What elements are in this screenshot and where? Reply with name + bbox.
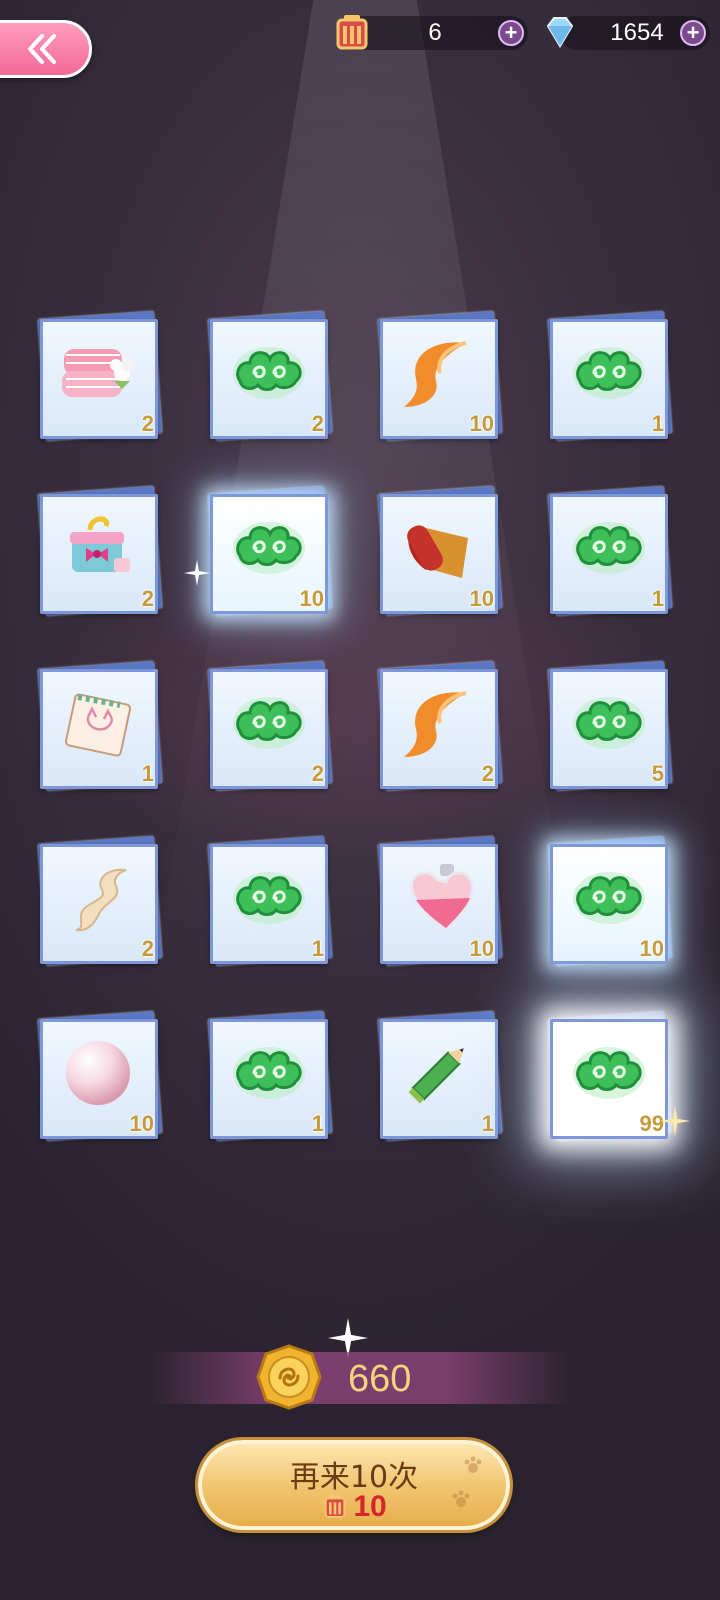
double-chevron-left-icon — [28, 34, 56, 64]
reward-card[interactable]: 1 — [547, 311, 673, 441]
diamond-icon — [546, 17, 574, 48]
item-quantity: 1 — [481, 1111, 494, 1136]
jade-cloud-icon — [566, 333, 652, 413]
pencil-icon — [396, 1033, 482, 1113]
ticket-chest-icon — [336, 15, 368, 50]
jade-cloud-icon — [566, 683, 652, 763]
fox-tail-icon — [396, 333, 482, 413]
draw-again-button[interactable]: 再来10次 10 — [198, 1440, 510, 1530]
leather-roll-icon — [396, 508, 482, 588]
item-quantity: 1 — [311, 936, 324, 961]
gem-counter: 1654 + — [546, 16, 710, 50]
reward-card[interactable]: 99 — [547, 1011, 673, 1141]
fox-tail-icon — [396, 683, 482, 763]
item-quantity: 5 — [651, 761, 664, 786]
jade-cloud-icon — [566, 858, 652, 938]
item-quantity: 2 — [141, 936, 154, 961]
reward-card[interactable]: 10 — [377, 836, 503, 966]
jade-cloud-icon — [226, 333, 312, 413]
item-quantity: 2 — [481, 761, 494, 786]
sparkle-icon — [184, 560, 210, 586]
jade-cloud-icon — [226, 508, 312, 588]
reward-card[interactable]: 10 — [377, 311, 503, 441]
back-button[interactable] — [0, 20, 92, 78]
reward-card[interactable]: 1 — [37, 661, 163, 791]
item-quantity: 10 — [129, 1111, 154, 1136]
plus-icon: + — [504, 20, 518, 45]
reward-card[interactable]: 10 — [207, 486, 333, 616]
jade-cloud-icon — [226, 683, 312, 763]
reward-card[interactable]: 2 — [37, 486, 163, 616]
reward-card[interactable]: 10 — [37, 1011, 163, 1141]
pearl-icon — [56, 1033, 142, 1113]
reward-card[interactable]: 1 — [547, 486, 673, 616]
reward-card[interactable]: 5 — [547, 661, 673, 791]
item-quantity: 10 — [469, 936, 494, 961]
item-quantity: 1 — [651, 586, 664, 611]
paw-print-icon — [452, 1490, 470, 1507]
reward-card[interactable]: 10 — [547, 836, 673, 966]
reward-card[interactable]: 2 — [207, 661, 333, 791]
item-quantity: 1 — [651, 411, 664, 436]
heart-perfume-icon — [396, 858, 482, 938]
reward-card[interactable]: 1 — [207, 836, 333, 966]
item-quantity: 1 — [141, 761, 154, 786]
reward-card[interactable]: 2 — [37, 311, 163, 441]
item-quantity: 2 — [141, 586, 154, 611]
gift-box-icon — [56, 508, 142, 588]
item-quantity: 10 — [469, 411, 494, 436]
coin-amount: 660 — [348, 1358, 412, 1400]
pink-towel-icon — [56, 333, 142, 413]
draw-cost-amount: 10 — [353, 1490, 387, 1523]
item-quantity: 2 — [141, 411, 154, 436]
ticket-chest-icon — [324, 1495, 346, 1518]
gold-coin-icon — [256, 1344, 322, 1410]
jade-cloud-icon — [226, 858, 312, 938]
sparkle-icon — [660, 1106, 690, 1136]
item-quantity: 2 — [311, 761, 324, 786]
reward-card[interactable]: 1 — [207, 1011, 333, 1141]
jade-cloud-icon — [566, 1033, 652, 1113]
item-quantity: 10 — [469, 586, 494, 611]
item-quantity: 10 — [639, 936, 664, 961]
plus-icon: + — [686, 20, 700, 45]
item-quantity: 10 — [299, 586, 324, 611]
jade-cloud-icon — [226, 1033, 312, 1113]
jade-cloud-icon — [566, 508, 652, 588]
ticket-counter: 6 + — [336, 15, 528, 50]
item-quantity: 1 — [311, 1111, 324, 1136]
reward-card[interactable]: 2 — [37, 836, 163, 966]
item-quantity: 2 — [311, 411, 324, 436]
paw-print-icon — [464, 1456, 482, 1473]
reward-card[interactable]: 2 — [207, 311, 333, 441]
reward-card[interactable]: 1 — [377, 1011, 503, 1141]
add-gem-button[interactable]: + — [680, 20, 706, 46]
reward-card[interactable]: 2 — [377, 661, 503, 791]
add-ticket-button[interactable]: + — [498, 20, 524, 46]
silk-ribbon-icon — [56, 858, 142, 938]
reward-card[interactable]: 10 — [377, 486, 503, 616]
cat-sketchpad-icon — [56, 683, 142, 763]
